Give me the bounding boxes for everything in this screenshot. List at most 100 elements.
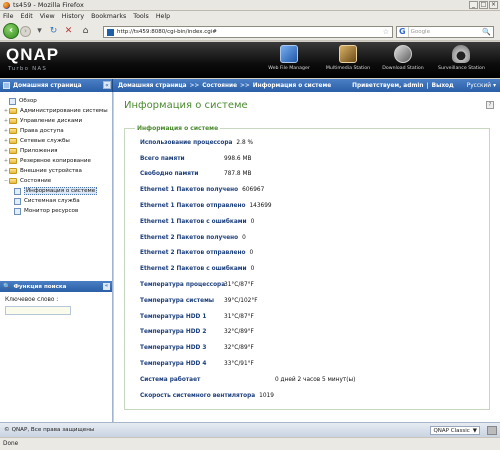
window-controls: _ □ × [469,1,498,9]
download-station-icon [394,45,412,63]
sidebar-item-status[interactable]: − Состояние [0,176,112,186]
info-value: 0 [242,234,246,241]
sidebar-item-system-info[interactable]: Информация о системе [0,186,112,196]
keyword-input[interactable] [5,306,71,315]
download-station-link[interactable]: Download Station [380,45,426,71]
menu-file[interactable]: File [3,13,14,20]
collapse-sidebar-icon[interactable]: « [103,81,111,89]
info-label: Температура HDD 1 [140,313,207,320]
menu-tools[interactable]: Tools [133,13,149,20]
close-button[interactable]: × [489,1,498,9]
surveillance-station-link[interactable]: Surveillance Station [438,45,485,71]
breadcrumb: Домашняя страница >> Состояние >> Информ… [118,79,331,92]
maximize-button[interactable]: □ [479,1,488,9]
info-label: Ethernet 1 Пакетов с ошибками [140,218,247,225]
info-row: Ethernet 2 Пакетов с ошибками 0 [140,261,480,277]
sidebar-item-access-rights[interactable]: + Права доступа [0,126,112,136]
firefox-icon [3,1,10,9]
multimedia-station-icon [339,45,357,63]
info-value: 0 [250,218,255,225]
info-label: Температура процессора [140,282,226,289]
sidebar-item-label: Права доступа [20,128,64,134]
qnap-logo-subtitle: Turbo NAS [8,66,48,72]
back-button[interactable]: ‹ [3,23,19,39]
reload-icon[interactable]: ↻ [48,26,59,37]
qnap-logo: QNAP [6,45,60,64]
info-value: 143699 [249,203,272,210]
search-panel-header[interactable]: 🔍 Функция поиска « [0,281,112,292]
info-row: Использование процессора 2.8 % [140,135,480,151]
search-icon[interactable]: 🔍 [482,28,491,36]
menu-bookmarks[interactable]: Bookmarks [91,13,126,20]
folder-icon [9,158,17,164]
info-label: Система работает [140,376,201,383]
google-engine-icon[interactable]: G [399,27,409,37]
theme-select[interactable]: QNAP Classic ▼ [430,426,480,435]
forward-button[interactable]: › [20,26,31,37]
folder-icon [9,168,17,174]
folder-icon [9,108,17,114]
sidebar-item-resource-monitor[interactable]: Монитор ресурсов [0,206,112,216]
system-info-list: Использование процессора 2.8 % Всего памят… [140,135,480,404]
bookmark-star-icon[interactable]: ☆ [383,28,389,36]
sidebar-item-disk-management[interactable]: + Управление дисками [0,116,112,126]
breadcrumb-status[interactable]: Состояние [202,83,237,89]
info-label: Ethernet 1 Пакетов отправлено [140,203,246,210]
help-icon[interactable]: ? [486,101,494,109]
info-row: Ethernet 1 Пакетов с ошибками 0 [140,214,480,230]
sidebar-item-label: Приложения [20,148,58,154]
main-content: Информация о системе ? Информация о сист… [114,92,500,422]
language-select[interactable]: Русский ▾ [467,83,496,89]
info-value: 2.8 % [236,139,253,146]
info-row: Ethernet 1 Пакетов отправлено 143699 [140,198,480,214]
info-row: Скорость системного вентилятора 1019 [140,388,480,404]
sidebar-item-label: Резервное копирование [20,158,91,164]
info-value: 606967 [242,187,265,194]
info-row: Свободно памяти 787.8 MB [140,167,480,183]
home-icon[interactable]: ⌂ [80,26,91,37]
address-bar[interactable]: http://ts459:8080/cgi-bin/index.cgi# ☆ [103,26,393,38]
welcome-text: Приветствуем, admin [352,82,424,89]
download-station-label: Download Station [382,66,424,71]
sidebar-item-overview[interactable]: Обзор [0,96,112,106]
folder-icon [9,138,17,144]
logout-link[interactable]: Выход [432,83,454,89]
info-value: 1019 [259,392,274,399]
page-footer: © QNAP, Все права защищены QNAP Classic … [0,422,500,437]
window-title: ts459 - Mozilla Firefox [13,1,84,9]
sidebar: Обзор + Администрирование системы + Управл… [0,92,113,422]
sidebar-item-label: Состояние [20,178,52,184]
search-input[interactable]: G Google 🔍 [396,26,494,38]
page-icon [9,97,16,105]
sidebar-item-external-devices[interactable]: + Внешние устройства [0,166,112,176]
history-dropdown-icon[interactable]: ▾ [34,26,45,37]
menu-help[interactable]: Help [156,13,170,20]
info-label: Температура HDD 3 [140,345,207,352]
collapse-panel-icon[interactable]: « [103,283,110,290]
sidebar-item-system-service[interactable]: Системная служба [0,196,112,206]
info-value: 39°C/102°F [224,297,258,304]
home-page-icon [3,82,10,89]
copyright-symbol: © [4,427,10,433]
stop-icon[interactable]: ✕ [63,26,74,37]
window-titlebar: ts459 - Mozilla Firefox _ □ × [0,0,500,11]
menu-edit[interactable]: Edit [21,13,33,20]
resize-handle[interactable] [487,426,497,435]
keyword-label: Ключевое слово : [5,297,59,303]
sidebar-item-network-services[interactable]: + Сетевые службы [0,136,112,146]
minimize-button[interactable]: _ [469,1,478,9]
group-title: Информация о системе [135,125,221,132]
sidebar-item-system-admin[interactable]: + Администрирование системы [0,106,112,116]
menu-view[interactable]: View [40,13,55,20]
info-row: Температура HDD 2 32°C/89°F [140,325,480,341]
info-row: Ethernet 2 Пакетов отправлено 0 [140,246,480,262]
browser-status-bar: Done [0,437,500,450]
sidebar-item-applications[interactable]: + Приложения [0,146,112,156]
sidebar-item-backup[interactable]: + Резервное копирование [0,156,112,166]
menu-history[interactable]: History [62,13,84,20]
multimedia-station-link[interactable]: Multimedia Station [325,45,371,71]
web-file-manager-icon [280,45,298,63]
breadcrumb-home[interactable]: Домашняя страница [118,83,187,89]
web-file-manager-link[interactable]: Web File Manager [266,45,312,71]
sidebar-header[interactable]: Домашняя страница [0,79,113,92]
